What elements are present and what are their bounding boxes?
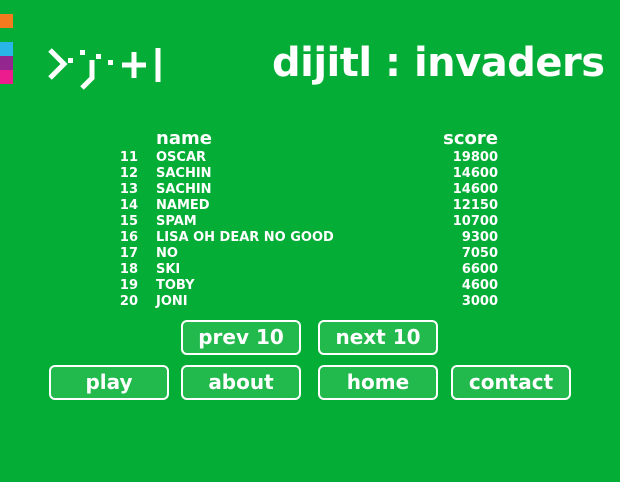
row-score: 9300 <box>461 230 498 245</box>
leaderboard-row: 15 SPAM 10700 <box>108 214 500 230</box>
contact-button[interactable]: contact <box>451 365 571 400</box>
swatch-pink <box>0 70 13 84</box>
row-rank: 12 <box>119 166 138 181</box>
leaderboard-row: 17 NO 7050 <box>108 246 500 262</box>
row-score: 14600 <box>452 182 498 197</box>
leaderboard-row: 16 LISA OH DEAR NO GOOD 9300 <box>108 230 500 246</box>
row-score: 3000 <box>461 294 498 309</box>
row-rank: 15 <box>119 214 138 229</box>
row-name: TOBY <box>156 278 195 293</box>
play-button[interactable]: play <box>49 365 169 400</box>
row-name: NAMED <box>156 198 210 213</box>
row-rank: 18 <box>119 262 138 277</box>
row-score: 7050 <box>461 246 498 261</box>
leaderboard-row: 14 NAMED 12150 <box>108 198 500 214</box>
swatch-purple <box>0 56 13 70</box>
row-score: 19800 <box>452 150 498 165</box>
row-name: SPAM <box>156 214 197 229</box>
row-score: 10700 <box>452 214 498 229</box>
name-column-header: name <box>156 128 212 149</box>
row-rank: 11 <box>119 150 138 165</box>
row-name: NO <box>156 246 178 261</box>
home-button[interactable]: home <box>318 365 438 400</box>
row-score: 4600 <box>461 278 498 293</box>
page-title: dijitl : invaders <box>272 40 605 86</box>
swatch-orange <box>0 14 13 28</box>
row-score: 12150 <box>452 198 498 213</box>
row-rank: 20 <box>119 294 138 309</box>
row-rank: 17 <box>119 246 138 261</box>
leaderboard-header: name score <box>108 128 500 150</box>
about-button[interactable]: about <box>181 365 301 400</box>
row-name: OSCAR <box>156 150 207 165</box>
leaderboard-row: 11 OSCAR 19800 <box>108 150 500 166</box>
row-rank: 13 <box>119 182 138 197</box>
next-10-button[interactable]: next 10 <box>318 320 438 355</box>
row-name: JONI <box>156 294 188 309</box>
swatch-blue <box>0 42 13 56</box>
row-score: 6600 <box>461 262 498 277</box>
row-name: LISA OH DEAR NO GOOD <box>156 230 334 245</box>
row-name: SACHIN <box>156 182 212 197</box>
prev-10-button[interactable]: prev 10 <box>181 320 301 355</box>
leaderboard-row: 20 JONI 3000 <box>108 294 500 310</box>
dijitl-logo-icon[interactable] <box>48 40 180 100</box>
leaderboard-row: 12 SACHIN 14600 <box>108 166 500 182</box>
row-name: SKI <box>156 262 181 277</box>
leaderboard-row: 13 SACHIN 14600 <box>108 182 500 198</box>
leaderboard-row: 19 TOBY 4600 <box>108 278 500 294</box>
row-rank: 16 <box>119 230 138 245</box>
row-rank: 14 <box>119 198 138 213</box>
row-rank: 19 <box>119 278 138 293</box>
score-column-header: score <box>443 128 498 149</box>
row-score: 14600 <box>452 166 498 181</box>
row-name: SACHIN <box>156 166 212 181</box>
leaderboard-row: 18 SKI 6600 <box>108 262 500 278</box>
leaderboard: name score 11 OSCAR 19800 12 SACHIN 1460… <box>108 128 500 310</box>
